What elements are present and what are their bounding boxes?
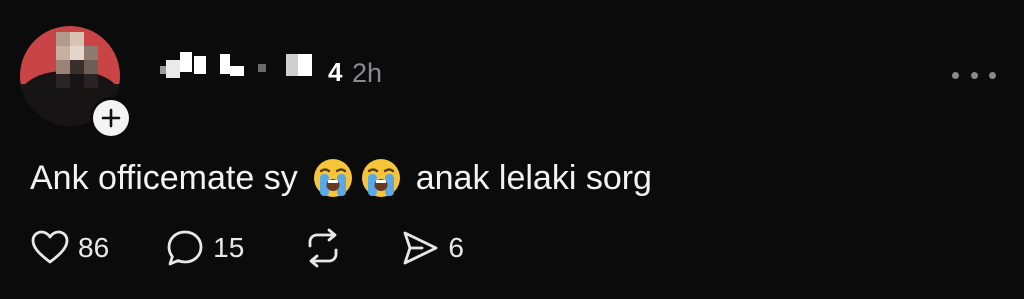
username-redacted[interactable]: 4 (146, 52, 346, 92)
avatar-pixel (56, 46, 70, 60)
avatar-pixel (70, 46, 84, 60)
follow-button-inner (93, 100, 129, 136)
post-content: Ank officemate sy anak lelaki sorg (30, 155, 652, 201)
share-count: 6 (448, 232, 464, 263)
username-pixel (298, 54, 312, 76)
username-pixel (230, 66, 244, 76)
speech-bubble-icon (167, 230, 203, 266)
send-icon (403, 231, 438, 265)
comment-button[interactable]: 15 (165, 228, 244, 268)
heart-icon (31, 230, 69, 264)
avatar-pixel (84, 60, 98, 74)
more-dots-icon (970, 71, 978, 79)
plus-icon (101, 108, 121, 128)
thread-post: 4 2h Ank officemate sy anak lelaki sorg … (0, 0, 1024, 299)
username-pixel (194, 56, 206, 74)
username-pixel (220, 54, 230, 74)
avatar-container[interactable] (20, 26, 132, 139)
post-text-after: anak lelaki sorg (415, 159, 652, 197)
like-count: 86 (78, 232, 110, 263)
share-button[interactable]: 6 (400, 228, 464, 268)
comment-count: 15 (213, 232, 245, 263)
avatar-pixel (56, 32, 70, 46)
more-options-button[interactable] (952, 60, 996, 90)
avatar-pixel (70, 32, 84, 46)
username-pixel (180, 52, 192, 72)
more-dots-icon (989, 71, 996, 79)
loudly-crying-face-icon (361, 159, 400, 197)
post-actions: 86 15 6 (30, 226, 464, 270)
username-pixel (258, 64, 266, 72)
post-text-before: Ank officemate sy (30, 159, 298, 197)
follow-button[interactable] (90, 97, 132, 139)
repost-button[interactable] (302, 228, 344, 268)
avatar-pixel (56, 60, 70, 74)
avatar-pixel (84, 46, 98, 60)
more-dots-icon (952, 71, 959, 79)
avatar-pixel (70, 60, 84, 74)
avatar-pixel (84, 74, 98, 88)
like-button[interactable]: 86 (30, 228, 109, 268)
loudly-crying-face-icon (313, 159, 352, 197)
repost-icon (308, 228, 338, 268)
username-pixel (166, 60, 180, 78)
username-visible-char: 4 (328, 57, 343, 87)
post-time[interactable]: 2h (352, 56, 382, 90)
avatar-pixel (56, 74, 70, 88)
username-pixel (286, 54, 298, 76)
